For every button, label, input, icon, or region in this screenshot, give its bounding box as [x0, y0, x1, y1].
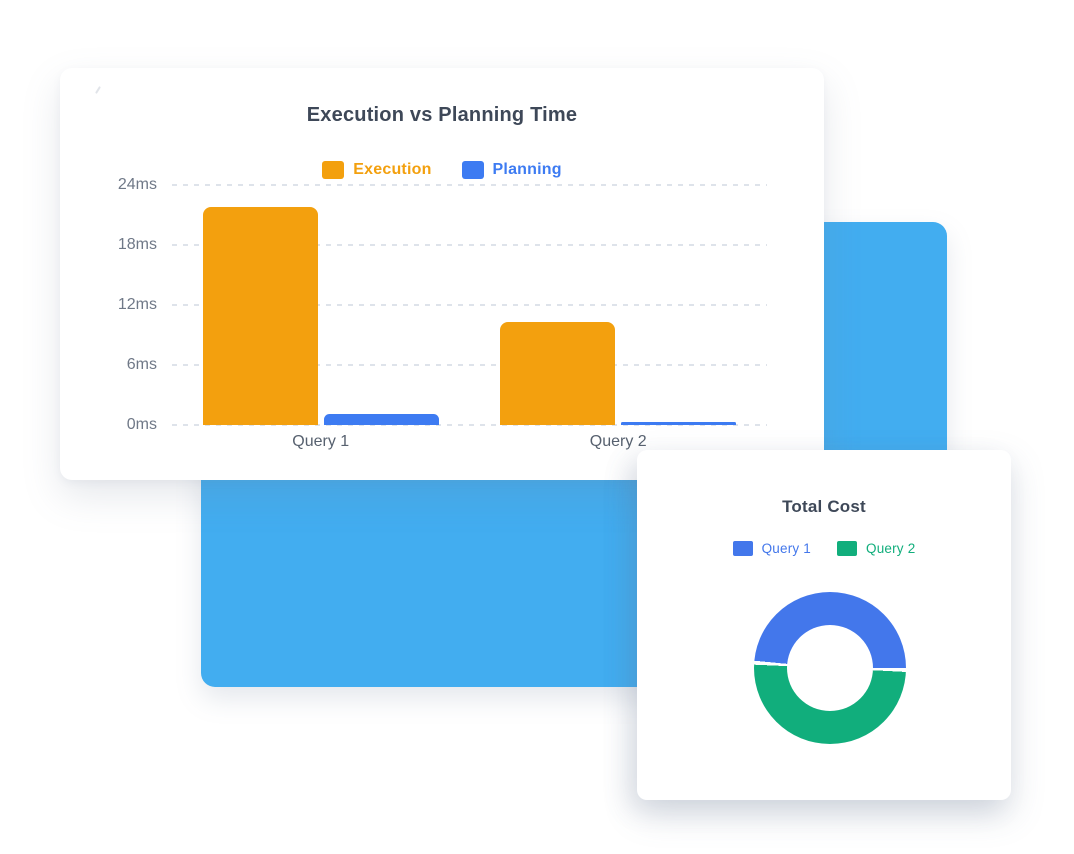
- legend-label-execution: Execution: [353, 161, 431, 179]
- x-axis-category-label: Query 1: [221, 433, 421, 451]
- legend-label-query-1: Query 1: [762, 541, 811, 556]
- y-axis-tick-label: 0ms: [60, 415, 157, 435]
- bar-chart-card: Execution vs Planning Time Execution Pla…: [60, 68, 824, 480]
- bar-y-axis: 0ms 6ms 12ms 18ms 24ms: [60, 68, 157, 480]
- y-axis-tick-label: 18ms: [60, 235, 157, 255]
- query-2-swatch-icon: [837, 541, 857, 556]
- pie-chart-legend: Query 1 Query 2: [637, 541, 1011, 556]
- y-axis-tick-label: 24ms: [60, 175, 157, 195]
- bar-planning-query-2: [621, 422, 736, 425]
- legend-item-query-2[interactable]: Query 2: [837, 541, 915, 556]
- bar-plot-area: Query 1Query 2: [172, 185, 767, 425]
- legend-item-execution[interactable]: Execution: [322, 161, 431, 179]
- donut-chart: [754, 592, 906, 744]
- execution-swatch-icon: [322, 161, 344, 179]
- legend-item-planning[interactable]: Planning: [462, 161, 562, 179]
- planning-swatch-icon: [462, 161, 484, 179]
- y-axis-tick-label: 12ms: [60, 295, 157, 315]
- y-axis-tick-label: 6ms: [60, 355, 157, 375]
- legend-label-planning: Planning: [493, 161, 562, 179]
- bar-planning-query-1: [324, 414, 439, 425]
- pie-chart-card: Total Cost Query 1 Query 2: [637, 450, 1011, 800]
- query-1-swatch-icon: [733, 541, 753, 556]
- dashboard-canvas: Execution vs Planning Time Execution Pla…: [0, 0, 1074, 854]
- donut-hole: [787, 625, 873, 711]
- bar-chart-legend: Execution Planning: [60, 161, 824, 179]
- legend-label-query-2: Query 2: [866, 541, 915, 556]
- pie-chart-title: Total Cost: [637, 497, 1011, 517]
- bar-execution-query-1: [203, 207, 318, 425]
- bar-execution-query-2: [500, 322, 615, 425]
- bar-chart-title: Execution vs Planning Time: [60, 104, 824, 127]
- legend-item-query-1[interactable]: Query 1: [733, 541, 811, 556]
- gridline: [172, 184, 767, 186]
- x-axis-category-label: Query 2: [518, 433, 718, 451]
